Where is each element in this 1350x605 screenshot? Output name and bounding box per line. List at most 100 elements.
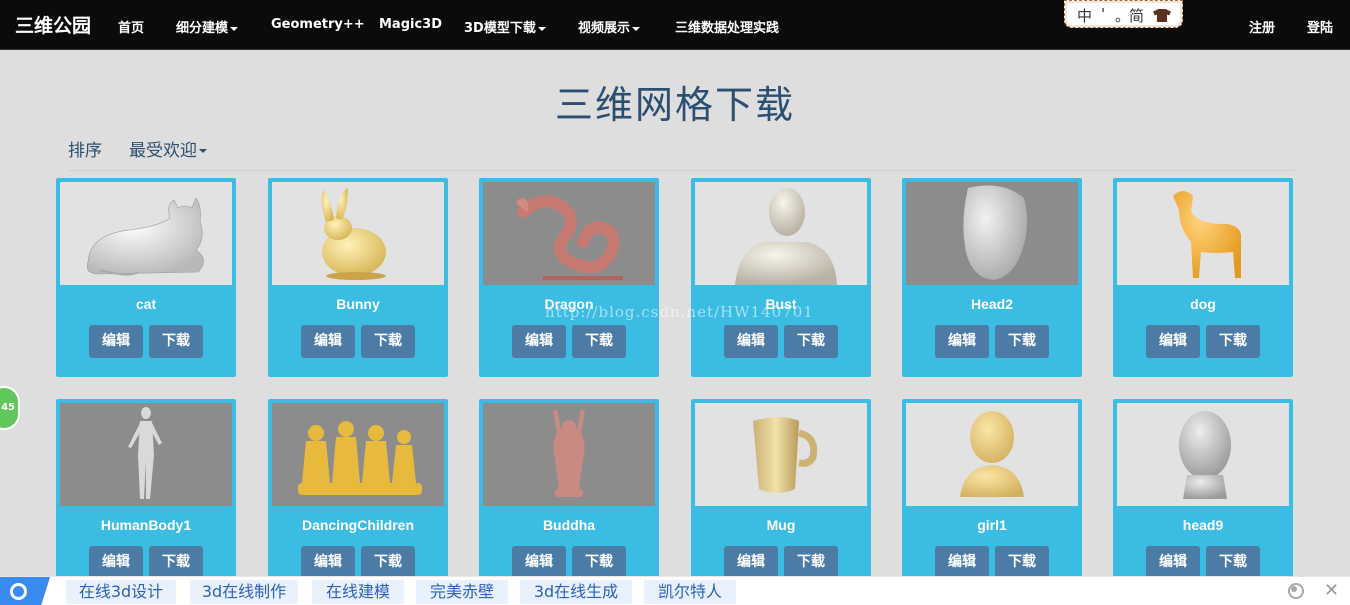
download-button[interactable]: 下载 [784,325,838,358]
gear-icon[interactable] [1288,583,1304,599]
model-thumbnail[interactable] [1117,182,1289,285]
nav-subdivision-modeling[interactable]: 细分建模 [176,17,239,36]
download-button[interactable]: 下载 [1206,546,1260,579]
model-card-mug: Mug 编辑 下载 [691,399,871,598]
ime-language[interactable]: 中 [1077,5,1092,26]
edit-button[interactable]: 编辑 [935,325,989,358]
sort-label: 排序 [68,141,102,161]
page-title: 三维网格下载 [554,83,795,127]
dancingchildren-model-image [298,421,422,495]
model-card-bunny: Bunny 编辑 下载 [268,178,448,377]
edit-button[interactable]: 编辑 [724,325,778,358]
download-button[interactable]: 下载 [1206,325,1260,358]
ime-toolbar[interactable]: 中 ' 。 简 [1064,0,1183,28]
nav-3d-data-processing[interactable]: 三维数据处理实践 [675,17,779,36]
model-thumbnail[interactable] [695,403,867,506]
nav-3d-model-download[interactable]: 3D模型下载 [464,17,546,36]
chevron-down-icon [230,26,239,31]
search-suggestion-chip[interactable]: 完美赤壁 [416,580,508,604]
head9-model-image [1179,411,1231,499]
model-card-girl1: girl1 编辑 下载 [902,399,1082,598]
model-card-cat: cat 编辑 下载 [56,178,236,377]
download-button[interactable]: 下载 [149,546,203,579]
search-logo-icon[interactable] [0,577,50,605]
model-card-dog: dog 编辑 下载 [1113,178,1293,377]
model-thumbnail[interactable] [272,182,444,285]
model-thumbnail[interactable] [906,182,1078,285]
mug-model-image [753,417,818,493]
humanbody1-model-image [128,407,162,499]
nav-login[interactable]: 登陆 [1307,17,1333,36]
model-name: dog [1190,296,1216,312]
edit-button[interactable]: 编辑 [89,325,143,358]
download-button[interactable]: 下载 [361,546,415,579]
search-suggestion-chip[interactable]: 3d在线生成 [520,580,632,604]
edit-button[interactable]: 编辑 [935,546,989,579]
model-thumbnail[interactable] [272,403,444,506]
nav-register[interactable]: 注册 [1249,17,1275,36]
close-icon[interactable]: ✕ [1324,580,1339,601]
download-button[interactable]: 下载 [572,546,626,579]
ime-punctuation[interactable]: ' [1101,5,1105,23]
dragon-model-image [516,195,623,280]
model-thumbnail[interactable] [695,182,867,285]
model-name: head9 [1182,517,1224,533]
skin-shirt-icon[interactable] [1153,9,1171,22]
model-thumbnail[interactable] [483,403,655,506]
ime-simplified[interactable]: 简 [1129,5,1144,26]
model-thumbnail[interactable] [1117,403,1289,506]
divider [68,170,1294,171]
model-card-head9: head9 编辑 下载 [1113,399,1293,598]
model-card-dragon: Dragon 编辑 下载 [479,178,659,377]
model-name: Buddha [542,517,596,533]
edit-button[interactable]: 编辑 [89,546,143,579]
head2-model-image [963,185,1027,280]
top-navbar: 三维公园 首页 细分建模 Geometry++ Magic3D 3D模型下载 视… [0,0,1350,50]
bottom-search-bar: 在线3d设计 3d在线制作 在线建模 完美赤壁 3d在线生成 凯尔特人 ✕ [0,576,1350,605]
model-thumbnail[interactable] [60,403,232,506]
model-card-bust: Bust 编辑 下载 [691,178,871,377]
search-suggestion-chip[interactable]: 3d在线制作 [190,580,298,604]
nav-geometry-plus[interactable]: Geometry++ [271,17,365,32]
edit-button[interactable]: 编辑 [301,546,355,579]
site-brand[interactable]: 三维公园 [15,11,91,38]
edit-button[interactable]: 编辑 [1146,325,1200,358]
nav-home[interactable]: 首页 [118,17,144,36]
blog-watermark: http://blog.csdn.net/HW140701 [545,303,814,321]
download-button[interactable]: 下载 [149,325,203,358]
download-button[interactable]: 下载 [995,325,1049,358]
model-name: DancingChildren [301,517,414,533]
nav-video-showcase[interactable]: 视频展示 [578,17,641,36]
model-thumbnail[interactable] [906,403,1078,506]
download-button[interactable]: 下载 [572,325,626,358]
bunny-model-image [321,188,386,280]
ime-fullstop[interactable]: 。 [1115,5,1130,26]
edit-button[interactable]: 编辑 [724,546,778,579]
model-name: girl1 [977,517,1007,533]
download-button[interactable]: 下载 [361,325,415,358]
model-name: Bunny [336,296,380,312]
edit-button[interactable]: 编辑 [512,325,566,358]
model-thumbnail[interactable] [483,182,655,285]
nav-magic3d[interactable]: Magic3D [379,17,442,32]
search-suggestion-chip[interactable]: 在线3d设计 [66,580,176,604]
model-card-head2: Head2 编辑 下载 [902,178,1082,377]
model-thumbnail[interactable] [60,182,232,285]
floating-badge[interactable]: 45 [0,386,20,430]
model-name: Head2 [970,296,1014,312]
download-button[interactable]: 下载 [995,546,1049,579]
model-card-buddha: Buddha 编辑 下载 [479,399,659,598]
chevron-down-icon [199,149,207,153]
edit-button[interactable]: 编辑 [1146,546,1200,579]
chevron-down-icon [537,26,546,31]
edit-button[interactable]: 编辑 [301,325,355,358]
sort-dropdown[interactable]: 最受欢迎 [129,136,207,161]
dog-model-image [1173,191,1241,278]
edit-button[interactable]: 编辑 [512,546,566,579]
search-suggestion-chip[interactable]: 凯尔特人 [644,580,736,604]
model-name: HumanBody1 [100,517,192,533]
model-name: cat [135,296,157,312]
cat-model-image [86,197,204,276]
download-button[interactable]: 下载 [784,546,838,579]
search-suggestion-chip[interactable]: 在线建模 [312,580,404,604]
